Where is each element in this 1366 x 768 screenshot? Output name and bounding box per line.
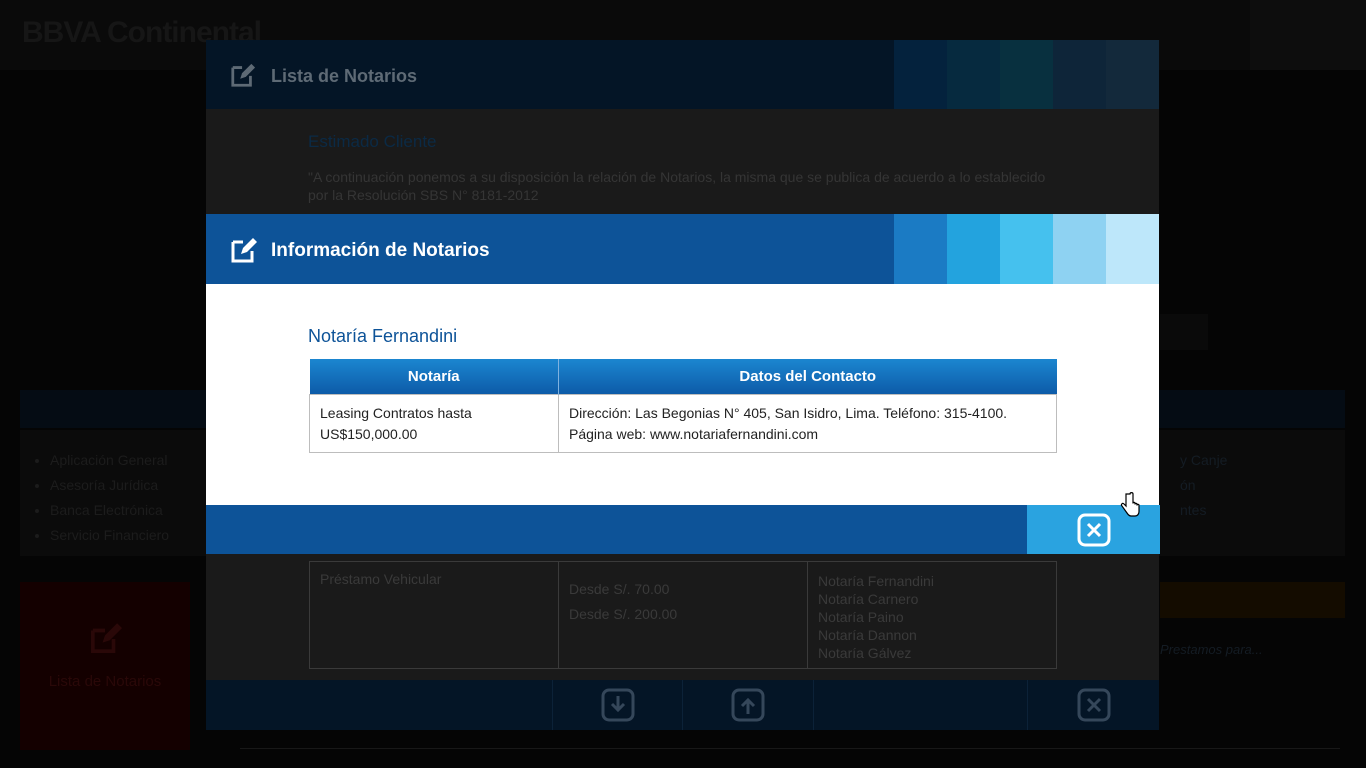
background-right-item: ón [1180, 477, 1196, 493]
fee-value: Desde S/. 200.00 [569, 606, 678, 622]
background-orange-bar [1160, 582, 1345, 618]
download-icon [601, 688, 634, 722]
table-cell: Desde S/. 70.00 Desde S/. 200.00 [559, 562, 808, 668]
divider [240, 748, 1340, 749]
close-icon [1077, 513, 1110, 546]
close-button[interactable] [1027, 505, 1160, 554]
notary-name: Notaría Paino [818, 609, 904, 625]
notary-name: Notaría Carnero [818, 591, 919, 607]
edit-icon [231, 238, 257, 263]
footer-spacer [813, 680, 1027, 730]
notary-info-modal: Información de Notarios Notaría Fernandi… [206, 214, 1160, 554]
notaries-table: Préstamo Vehicular Desde S/. 70.00 Desde… [309, 561, 1057, 669]
background-list-item: Aplicación General [50, 448, 169, 473]
notaria-cell: Leasing Contratos hasta US$150,000.00 [309, 393, 559, 453]
fee-value: Desde S/. 70.00 [569, 581, 670, 597]
tile-label: Lista de Notarios [48, 673, 162, 690]
header-tiles [1250, 0, 1366, 70]
notary-list: Notaría Fernandini Notaría Carnero Notar… [818, 572, 934, 662]
background-right-item: y Canje [1180, 452, 1228, 468]
header-stripes [894, 40, 1159, 109]
intro-text: "A continuación ponemos a su disposición… [308, 169, 1046, 203]
contact-cell: Dirección: Las Begonias N° 405, San Isid… [558, 393, 1057, 453]
notary-name: Notaría Fernandini [818, 573, 934, 589]
column-header-notaria: Notaría [309, 359, 559, 394]
background-list-item: Servicio Financiero [50, 523, 169, 548]
table-cell: Préstamo Vehicular [310, 562, 559, 668]
product-name: Préstamo Vehicular [320, 571, 442, 587]
modal-footer [206, 505, 1160, 554]
notary-name: Notaría Dannon [818, 627, 917, 643]
modal-footer [206, 680, 1159, 730]
notary-info-table: Notaría Datos del Contacto Leasing Contr… [309, 359, 1057, 453]
notaries-tile: Lista de Notarios [20, 582, 190, 750]
background-box [1160, 314, 1208, 350]
greeting-heading: Estimado Cliente [308, 132, 437, 151]
upload-button[interactable] [682, 680, 813, 730]
modal-title: Lista de Notarios [271, 66, 418, 86]
background-right-item: ntes [1180, 502, 1207, 518]
hand-cursor-icon [1120, 492, 1140, 517]
background-list-item: Asesoría Jurídica [50, 473, 169, 498]
background-list-right: y Canje ón ntes [1180, 448, 1227, 523]
download-button[interactable] [552, 680, 682, 730]
upload-icon [731, 688, 765, 722]
background-note: Prestamos para... [1160, 642, 1263, 657]
modal-header: Información de Notarios [206, 214, 1159, 284]
background-list-item: Banca Electrónica [50, 498, 169, 523]
close-icon [1077, 688, 1110, 722]
notary-name: Notaría Gálvez [818, 645, 912, 661]
page: BBVA Continental Aplicación General Ases… [0, 0, 1366, 768]
column-header-contact: Datos del Contacto [558, 359, 1057, 394]
header-stripes [894, 214, 1159, 284]
modal-title: Información de Notarios [271, 240, 490, 261]
notary-name-heading: Notaría Fernandini [308, 326, 458, 346]
table-row: Leasing Contratos hasta US$150,000.00 Di… [309, 393, 1057, 453]
edit-icon [231, 63, 256, 87]
close-button[interactable] [1027, 680, 1159, 730]
edit-icon [91, 623, 122, 653]
modal-header: Lista de Notarios [206, 40, 1159, 109]
